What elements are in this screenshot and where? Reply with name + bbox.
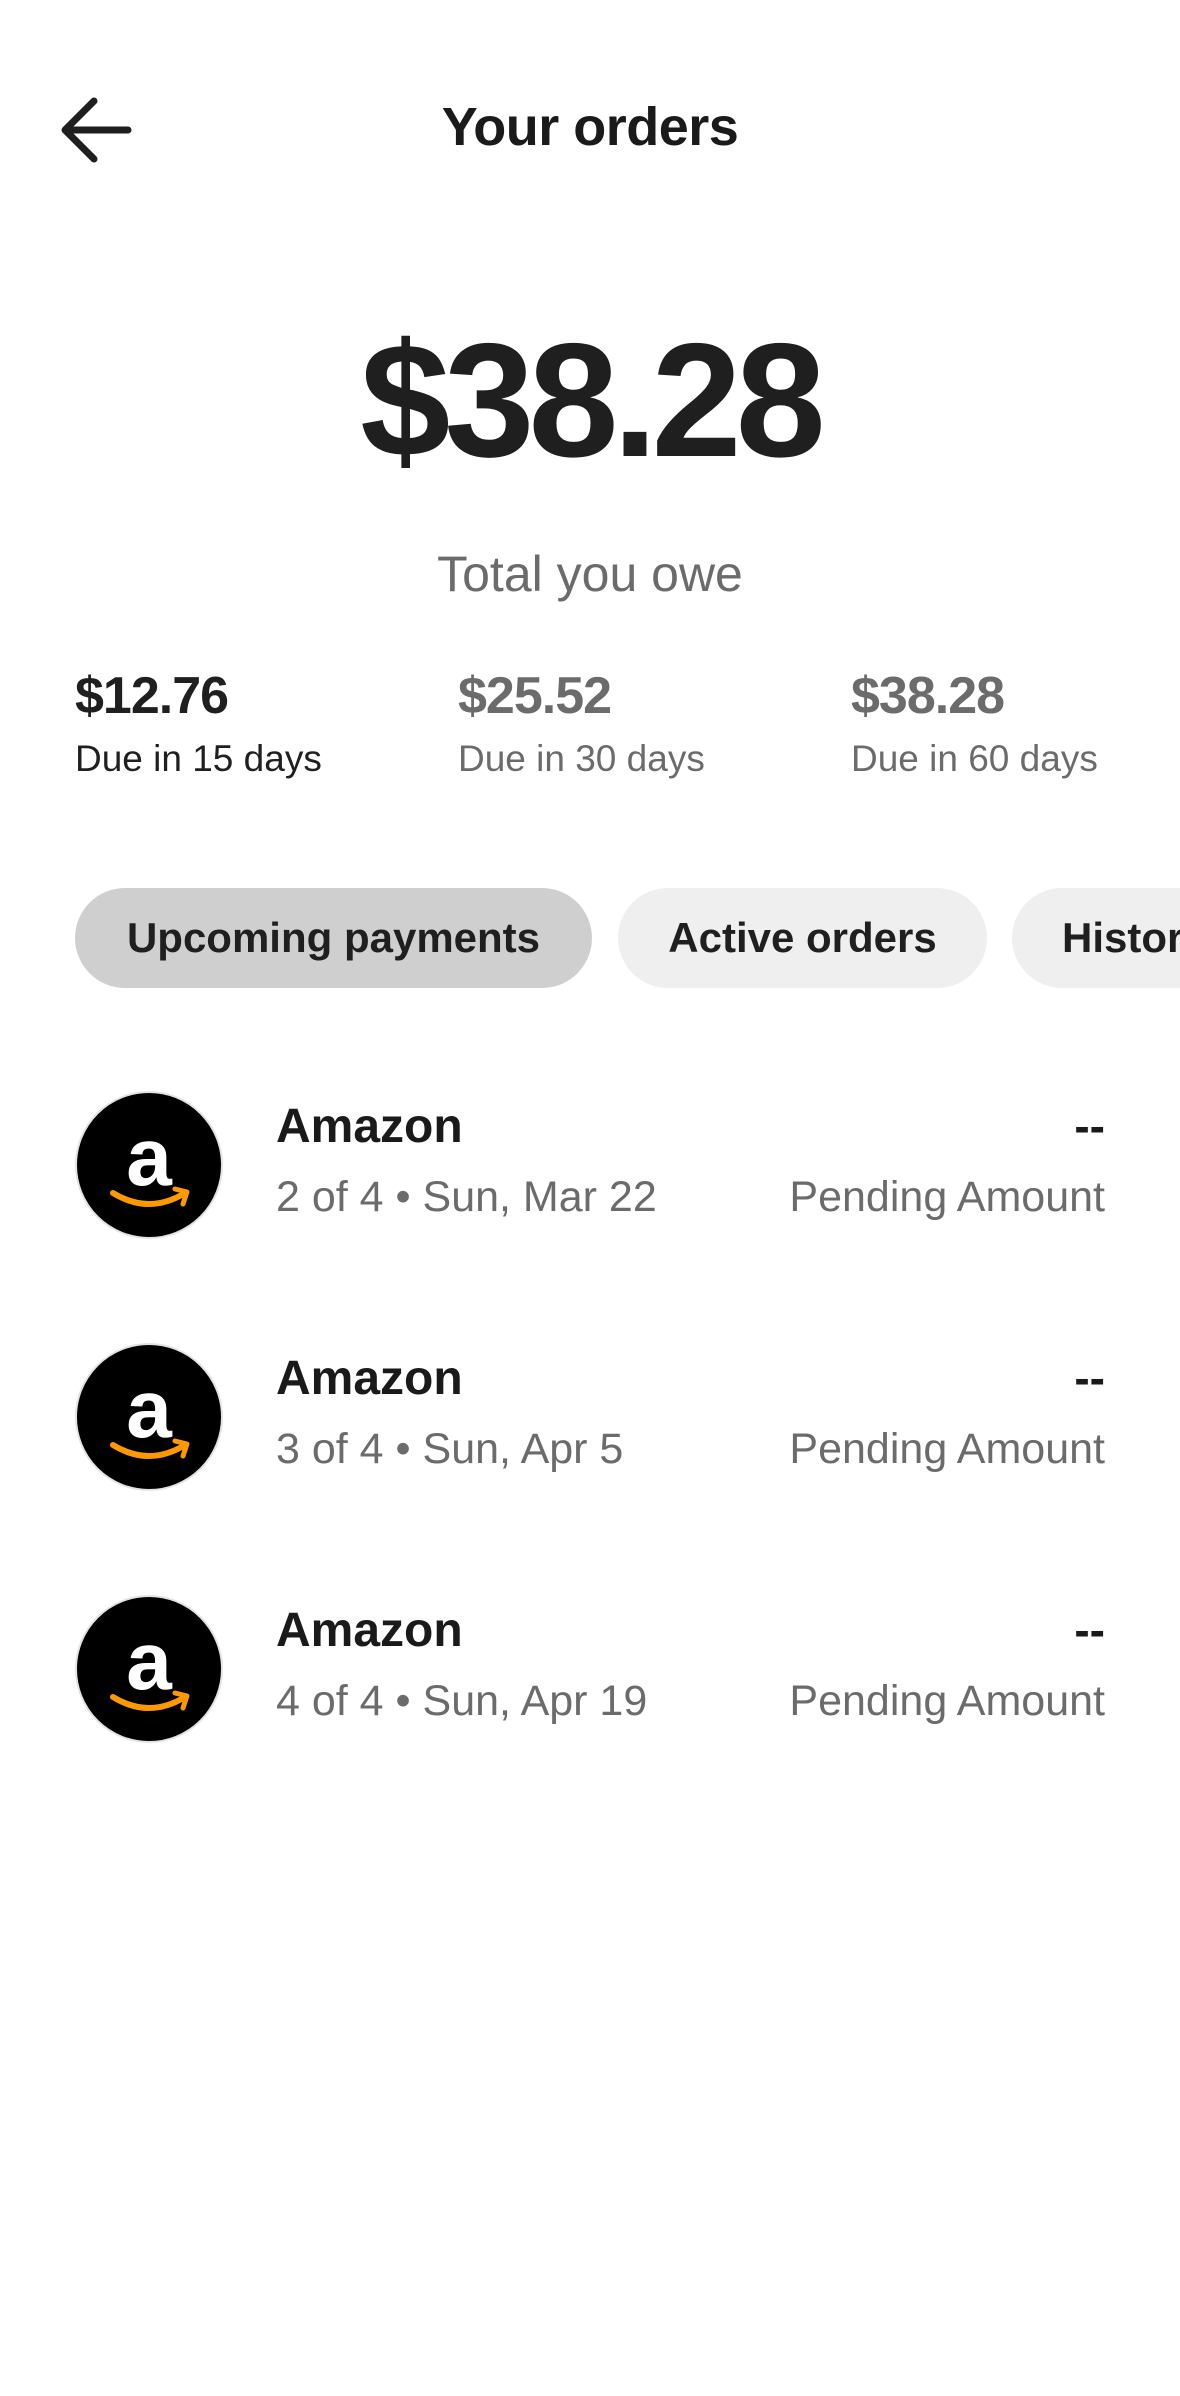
merchant-name: Amazon — [276, 1604, 463, 1657]
tab-history[interactable]: History — [1012, 888, 1180, 988]
svg-text:a: a — [126, 1616, 173, 1707]
due-item-30-days[interactable]: $25.52 Due in 30 days — [458, 670, 705, 777]
order-amount: -- — [1074, 1604, 1105, 1656]
order-list: a Amazon 2 of 4 • Sun, Mar 22 -- Pending… — [75, 1085, 1105, 1841]
page-title: Your orders — [441, 97, 739, 157]
due-label: Due in 60 days — [851, 738, 1098, 779]
installment-info: 3 of 4 • Sun, Apr 5 — [276, 1425, 624, 1473]
total-amount: $38.28 — [360, 310, 826, 491]
order-row[interactable]: a Amazon 4 of 4 • Sun, Apr 19 -- Pending… — [75, 1589, 1105, 1841]
merchant-name: Amazon — [276, 1352, 463, 1405]
due-item-15-days[interactable]: $12.76 Due in 15 days — [75, 670, 322, 777]
due-amount: $25.52 — [458, 667, 612, 725]
due-label: Due in 15 days — [75, 738, 322, 779]
amazon-logo-icon: a — [75, 1091, 223, 1239]
order-status: Pending Amount — [789, 1425, 1105, 1473]
due-amount: $38.28 — [851, 667, 1005, 725]
due-amount: $12.76 — [75, 667, 229, 725]
amazon-logo-icon: a — [75, 1595, 223, 1743]
due-schedule: $12.76 Due in 15 days $25.52 Due in 30 d… — [75, 670, 1135, 790]
tab-upcoming-payments[interactable]: Upcoming payments — [75, 888, 592, 988]
order-row[interactable]: a Amazon 2 of 4 • Sun, Mar 22 -- Pending… — [75, 1085, 1105, 1337]
order-tabs: Upcoming payments Active orders History — [75, 888, 1180, 988]
amazon-logo-icon: a — [75, 1343, 223, 1491]
order-status: Pending Amount — [789, 1677, 1105, 1725]
order-status: Pending Amount — [789, 1173, 1105, 1221]
order-row[interactable]: a Amazon 3 of 4 • Sun, Apr 5 -- Pending … — [75, 1337, 1105, 1589]
svg-text:a: a — [126, 1364, 173, 1455]
due-item-60-days[interactable]: $38.28 Due in 60 days — [851, 670, 1098, 777]
tab-active-orders[interactable]: Active orders — [618, 888, 987, 988]
total-label: Total you owe — [437, 546, 743, 602]
installment-info: 2 of 4 • Sun, Mar 22 — [276, 1173, 657, 1221]
installment-info: 4 of 4 • Sun, Apr 19 — [276, 1677, 648, 1725]
order-amount: -- — [1074, 1352, 1105, 1404]
due-label: Due in 30 days — [458, 738, 705, 779]
order-amount: -- — [1074, 1100, 1105, 1152]
header: Your orders — [0, 0, 1180, 260]
merchant-name: Amazon — [276, 1100, 463, 1153]
svg-text:a: a — [126, 1112, 173, 1203]
